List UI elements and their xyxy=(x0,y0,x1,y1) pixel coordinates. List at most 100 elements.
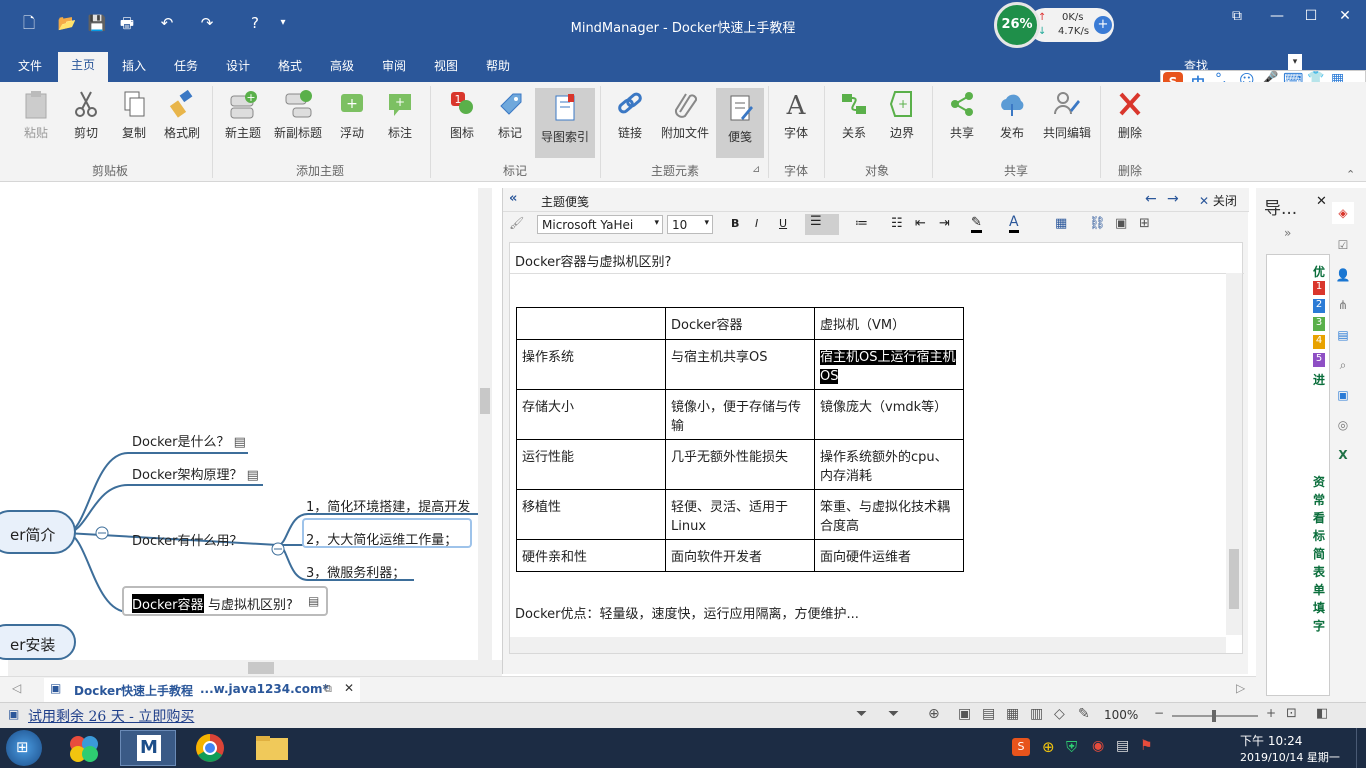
align-left-icon[interactable]: ☰ xyxy=(805,214,839,235)
tab-task[interactable]: 任务 xyxy=(166,56,206,82)
install-topic[interactable]: er安装 xyxy=(0,624,76,660)
mind-map-canvas[interactable]: er简介 er安装 Docker是什么？ ▤ Docker架构原理？ ▤ Doc… xyxy=(0,188,492,660)
font-name-select[interactable]: Microsoft YaHei ▾ xyxy=(537,215,663,234)
focus-topic-icon[interactable]: ⊕ xyxy=(928,706,940,722)
zoom-slider[interactable] xyxy=(1172,710,1258,722)
table-cell[interactable]: 与宿主机共享OS xyxy=(665,339,815,390)
dialog-launcher-icon[interactable]: ⊿ xyxy=(752,164,760,175)
format-brush-icon[interactable]: 🖌 xyxy=(509,216,524,230)
co-edit-button[interactable]: 共同编辑 xyxy=(1040,88,1094,141)
tab-home[interactable]: 主页 xyxy=(58,52,108,82)
table-cell[interactable]: 硬件亲和性 xyxy=(516,539,666,572)
increase-indent-icon[interactable]: ⇥ xyxy=(939,216,950,231)
excel-icon[interactable]: X xyxy=(1332,444,1354,466)
map-parts-icon[interactable]: ⋔ xyxy=(1332,294,1354,316)
table-cell[interactable]: 宿主机OS上运行宿主机OS xyxy=(814,339,964,390)
table-cell[interactable]: 移植性 xyxy=(516,489,666,540)
map-vertical-scrollbar[interactable] xyxy=(478,188,492,660)
notes-view-icon[interactable]: ✎ xyxy=(1078,706,1090,722)
link-button[interactable]: 链接 xyxy=(608,88,652,141)
image-icon[interactable]: ▣ xyxy=(1115,216,1127,231)
tab-format[interactable]: 格式 xyxy=(270,56,310,82)
subtopic-microservice[interactable]: 3，微服务利器； xyxy=(306,562,405,581)
map-index-button[interactable]: 导图索引 xyxy=(535,88,595,158)
selected-topic[interactable]: Docker容器 与虚拟机区别? ▤ xyxy=(122,586,328,616)
resources-icon[interactable]: 👤 xyxy=(1332,264,1354,286)
table-cell[interactable]: 面向硬件运维者 xyxy=(814,539,964,572)
tab-help[interactable]: 帮助 xyxy=(478,56,518,82)
italic-icon[interactable]: I xyxy=(755,217,758,230)
float-tab-icon[interactable]: ⧉ xyxy=(324,682,332,696)
topic-what-is-docker[interactable]: Docker是什么？ ▤ xyxy=(132,431,246,450)
notes-horizontal-scrollbar[interactable] xyxy=(510,637,1226,653)
search-icon[interactable]: ⌕ xyxy=(1332,354,1354,376)
filter-icon[interactable]: ⏷ xyxy=(856,706,867,722)
cut-button[interactable]: 剪切 xyxy=(64,88,108,141)
hyperlink-icon[interactable]: ⛓ xyxy=(1089,216,1106,231)
bold-icon[interactable]: B xyxy=(731,217,739,230)
bullet-list-icon[interactable]: ☷ xyxy=(891,216,903,231)
subtopic-simplify-env[interactable]: 1，简化环境搭建，提高开发 xyxy=(306,496,470,515)
ribbon-display-icon[interactable]: ⧉ xyxy=(1222,6,1252,26)
table-cell[interactable]: 运行性能 xyxy=(516,439,666,490)
scroll-thumb[interactable] xyxy=(1229,549,1239,609)
clock-time[interactable]: 下午 10:24 xyxy=(1240,732,1302,749)
table-cell[interactable] xyxy=(516,307,666,340)
table-cell[interactable]: 轻便、灵活、适用于Linux xyxy=(665,489,815,540)
minimize-button[interactable]: — xyxy=(1262,6,1292,26)
outline-view-icon[interactable]: ▤ xyxy=(982,706,995,722)
scroll-thumb[interactable] xyxy=(480,388,490,414)
decrease-indent-icon[interactable]: ⇤ xyxy=(915,216,926,231)
table-cell[interactable]: 虚拟机（VM） xyxy=(814,307,964,340)
tray-sogou-icon[interactable]: S xyxy=(1012,738,1030,756)
font-size-select[interactable]: 10 ▾ xyxy=(667,215,713,234)
topic-docker-uses[interactable]: Docker有什么用？ xyxy=(132,530,243,549)
table-cell[interactable]: 操作系统额外的cpu、内存消耗 xyxy=(814,439,964,490)
tray-network-icon[interactable]: ▤ xyxy=(1116,738,1129,754)
tray-flag-icon[interactable]: ⚑ xyxy=(1140,738,1153,754)
table-cell[interactable]: 面向软件开发者 xyxy=(665,539,815,572)
fit-map-icon[interactable]: ⊡ xyxy=(1286,706,1297,721)
scroll-right-icon[interactable]: ▷ xyxy=(1236,681,1245,695)
close-notes-button[interactable]: ✕ 关闭 xyxy=(1199,192,1237,209)
format-painter-button[interactable]: 格式刷 xyxy=(160,88,204,141)
table-cell[interactable]: 笨重、与虚拟化技术耦合度高 xyxy=(814,489,964,540)
taskbar-app-mindmanager[interactable]: M xyxy=(120,730,176,766)
copy-button[interactable]: 复制 xyxy=(112,88,156,141)
highlight-color-icon[interactable]: ✎ xyxy=(971,215,982,233)
font-color-icon[interactable]: A xyxy=(1009,214,1019,233)
zoom-slider-thumb[interactable] xyxy=(1212,710,1216,722)
tab-insert[interactable]: 插入 xyxy=(114,56,154,82)
add-icon[interactable]: + xyxy=(1094,16,1112,34)
table-cell[interactable]: 镜像小，便于存储与传输 xyxy=(665,389,815,440)
icons-button[interactable]: 1 图标 xyxy=(440,88,484,141)
prev-arrow-icon[interactable]: ← xyxy=(1145,191,1157,207)
clock-date[interactable]: 2019/10/14 星期一 xyxy=(1240,749,1340,765)
table-cell[interactable]: 存储大小 xyxy=(516,389,666,440)
maximize-button[interactable]: ☐ xyxy=(1296,6,1326,26)
notes-vertical-scrollbar[interactable] xyxy=(1226,273,1242,635)
tab-view[interactable]: 视图 xyxy=(426,56,466,82)
taskbar-app-photos[interactable] xyxy=(56,730,112,766)
boundary-button[interactable]: + 边界 xyxy=(880,88,924,141)
zoom-out-icon[interactable]: − xyxy=(1154,706,1164,720)
start-button[interactable]: ⊞ xyxy=(6,730,42,766)
index-panel-icon[interactable]: ◈ xyxy=(1332,202,1354,224)
filter-options-icon[interactable]: ⏷ xyxy=(888,706,899,722)
numbered-list-icon[interactable]: ≔ xyxy=(855,216,868,231)
table-icon[interactable]: ▦ xyxy=(1055,216,1067,231)
network-speed-widget[interactable]: ↑ 0K/s ↓ 4.7K/s + 26% xyxy=(994,2,1120,48)
taskbar-app-chrome[interactable] xyxy=(182,730,238,766)
tray-app-icon[interactable]: ◉ xyxy=(1092,738,1104,754)
relationship-button[interactable]: 关系 xyxy=(832,88,876,141)
callout-button[interactable]: + 标注 xyxy=(378,88,422,141)
table-cell[interactable]: Docker容器 xyxy=(665,307,815,340)
layout-icon[interactable]: ◧ xyxy=(1316,706,1328,721)
collapse-ribbon-icon[interactable]: ⌃ xyxy=(1346,168,1355,181)
comparison-table[interactable]: Docker容器 虚拟机（VM） 操作系统 与宿主机共享OS 宿主机OS上运行宿… xyxy=(516,307,964,572)
tab-review[interactable]: 审阅 xyxy=(374,56,414,82)
tab-advanced[interactable]: 高级 xyxy=(322,56,362,82)
browser-icon[interactable]: ▣ xyxy=(1332,384,1354,406)
table-cell[interactable]: 操作系统 xyxy=(516,339,666,390)
notes-button[interactable]: 便笺 xyxy=(716,88,764,158)
